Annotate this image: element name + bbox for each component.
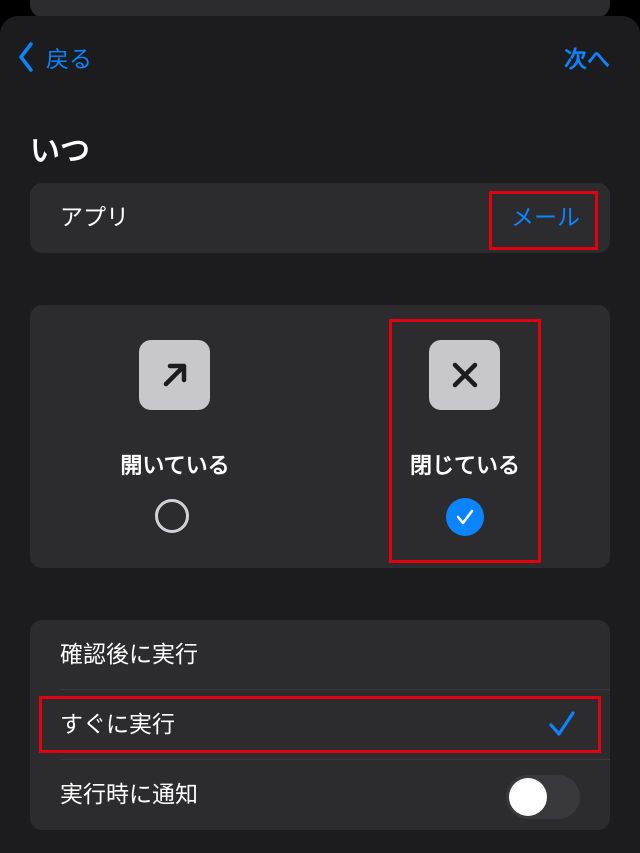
notify-label: 実行時に通知 (60, 782, 198, 808)
state-selector: 開いている 閉じている (30, 305, 610, 568)
radio-unselected[interactable] (155, 499, 189, 533)
app-label: アプリ (60, 205, 129, 231)
state-option-closed[interactable]: 閉じている (320, 305, 610, 568)
checkmark-icon (456, 509, 474, 525)
run-option-confirm[interactable]: 確認後に実行 (30, 620, 610, 690)
back-button[interactable]: 戻る (18, 40, 92, 74)
toggle-knob (509, 778, 547, 816)
state-option-open[interactable]: 開いている (30, 305, 320, 568)
radio-selected[interactable] (446, 498, 484, 536)
run-option-label: すぐに実行 (60, 712, 175, 738)
run-option-immediate[interactable]: すぐに実行 (30, 690, 610, 760)
notify-row: 実行時に通知 (30, 760, 610, 830)
back-label: 戻る (46, 47, 92, 73)
section-title: いつ (30, 134, 90, 169)
run-option-label: 確認後に実行 (60, 642, 198, 668)
run-options: 確認後に実行 すぐに実行 実行時に通知 (30, 620, 610, 830)
next-button[interactable]: 次へ (564, 40, 610, 74)
state-label-closed: 閉じている (409, 454, 520, 479)
app-row[interactable]: アプリ メール (30, 183, 610, 253)
notify-toggle[interactable] (506, 775, 580, 819)
checkmark-icon (549, 711, 575, 736)
chevron-left-icon (19, 42, 33, 72)
x-mark-icon (429, 340, 500, 410)
app-value[interactable]: メール (511, 183, 580, 253)
arrow-up-right-icon (139, 340, 210, 410)
state-label-open: 開いている (120, 454, 230, 479)
